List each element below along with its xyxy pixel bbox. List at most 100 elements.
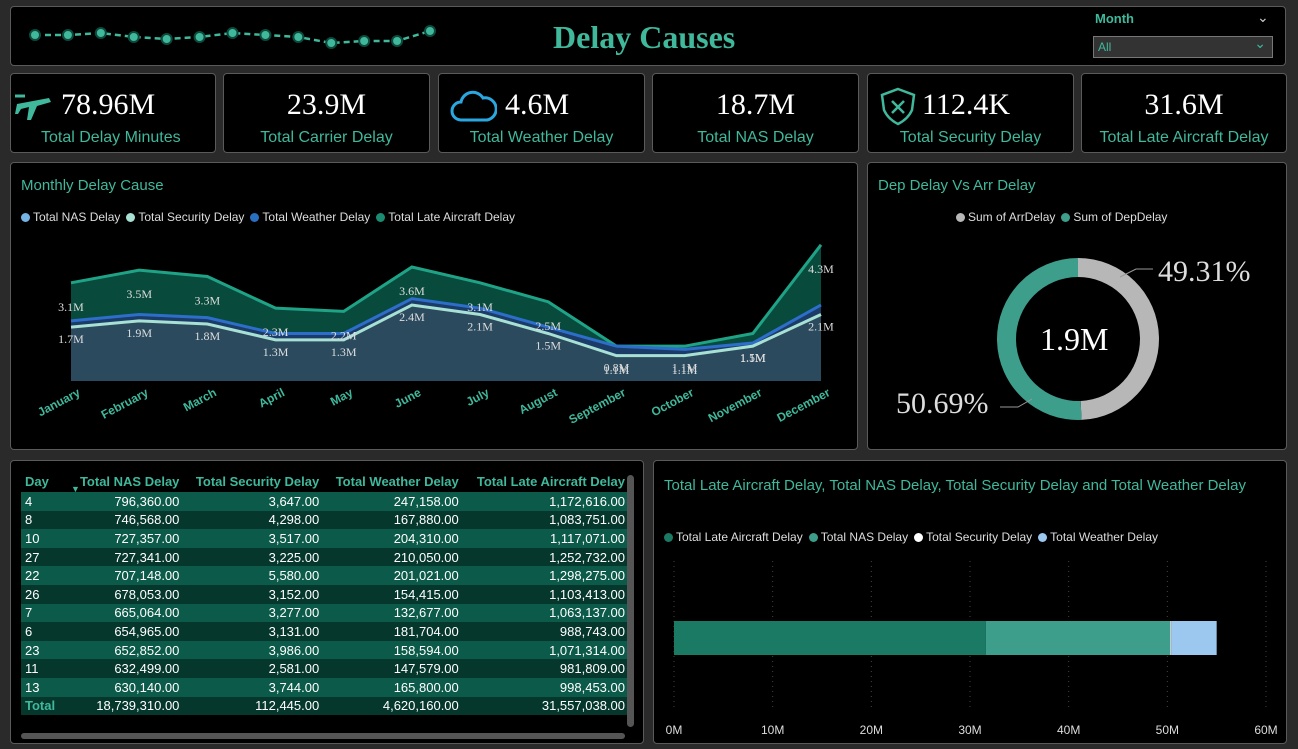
monthly-legend: Total NAS Delay Total Security Delay Tot…	[21, 210, 515, 224]
table-row[interactable]: 8 746,568.00 4,298.00 167,880.00 1,083,751.0…	[21, 510, 629, 530]
sparkline-point	[29, 29, 41, 41]
column-header-weather[interactable]: Total Weather Delay	[323, 470, 463, 492]
table-row[interactable]: 11 632,499.00 2,581.00 147,579.00 981,809.00	[21, 659, 629, 678]
month-filter-dropdown[interactable]: All ⌄	[1093, 35, 1273, 58]
table-row[interactable]: 10 727,357.00 3,517.00 204,310.00 1,117,071.…	[21, 529, 629, 548]
table-cell: 27	[21, 547, 69, 567]
legend-item[interactable]: Sum of DepDelay	[1061, 210, 1167, 224]
x-tick-label: 40M	[1057, 723, 1080, 737]
month-tick-label: December	[775, 385, 833, 425]
table-cell: 1,298,275.00	[462, 566, 629, 585]
airplane-icon	[15, 94, 51, 120]
data-label-bottom: 2.1M	[808, 320, 834, 334]
table-cell: 632,499.00	[69, 659, 184, 678]
dep-arr-panel: Dep Delay Vs Arr Delay Sum of ArrDelay S…	[867, 162, 1287, 450]
legend-item[interactable]: Total NAS Delay	[21, 210, 120, 224]
table-row[interactable]: 7 665,064.00 3,277.00 132,677.00 1,063,137.0…	[21, 603, 629, 623]
month-tick-label: May	[328, 385, 355, 408]
kpi-label: Total NAS Delay	[697, 129, 814, 146]
month-tick-label: February	[99, 385, 151, 422]
table-cell: 247,158.00	[323, 492, 463, 511]
table-row[interactable]: 6 654,965.00 3,131.00 181,704.00 988,743.00	[21, 622, 629, 641]
total-cell: 18,739,310.00	[69, 696, 184, 716]
chevron-up-icon[interactable]: ⌄	[1257, 9, 1269, 26]
horizontal-scrollbar[interactable]	[21, 733, 625, 739]
legend-item[interactable]: Total NAS Delay	[808, 530, 908, 544]
data-label-bottom: 1.1M	[740, 351, 766, 365]
column-header-nas[interactable]: Total NAS Delay ▼	[69, 470, 183, 495]
vertical-scrollbar[interactable]	[627, 475, 634, 727]
kpi-value: 23.9M	[286, 88, 367, 121]
data-label-bottom: 1.8M	[195, 329, 221, 343]
donut-chart-title: Dep Delay Vs Arr Delay	[878, 177, 1036, 194]
table-total-row: Total 18,739,310.00 112,445.00 4,620,160…	[21, 696, 629, 716]
legend-dot	[1061, 212, 1071, 222]
table-cell: 204,310.00	[323, 529, 463, 548]
kpi-value: 31.6M	[1144, 88, 1224, 121]
table-row[interactable]: 27 727,341.00 3,225.00 210,050.00 1,252,732.…	[21, 547, 629, 567]
table-cell: 8	[21, 510, 69, 530]
kpi-value: 4.6M	[505, 88, 570, 121]
table-cell: 654,965.00	[69, 622, 184, 641]
column-header-security[interactable]: Total Security Delay	[183, 470, 323, 492]
table-cell: 1,172,616.00	[462, 492, 629, 511]
month-filter-value: All	[1098, 40, 1112, 54]
legend-item[interactable]: Total Security Delay	[914, 530, 1032, 544]
legend-item[interactable]: Sum of ArrDelay	[956, 210, 1055, 224]
data-label-top: 2.5M	[535, 319, 561, 333]
table-cell: 1,071,314.00	[462, 640, 629, 660]
kpi-total-weather-delay: 4.6M Total Weather Delay	[438, 73, 645, 153]
table-cell: 2,581.00	[183, 659, 324, 678]
kpi-label: Total Delay Minutes	[41, 129, 181, 146]
stacked-bar-panel: Total Late Aircraft Delay, Total NAS Del…	[653, 460, 1287, 744]
table-row[interactable]: 23 652,852.00 3,986.00 158,594.00 1,071,314.…	[21, 640, 629, 660]
data-label-top: 4.3M	[808, 262, 834, 276]
bar-segment	[674, 621, 986, 655]
kpi-value: 112.4K	[922, 88, 1011, 121]
table-cell: 13	[21, 677, 69, 697]
table-row[interactable]: 4 796,360.00 3,647.00 247,158.00 1,172,616.0…	[21, 492, 629, 511]
monthly-delay-panel: Monthly Delay Cause Total NAS Delay Tota…	[10, 162, 858, 450]
table-cell: 630,140.00	[69, 677, 184, 697]
table-cell: 1,083,751.00	[462, 510, 629, 530]
data-label-top: 3.1M	[58, 300, 84, 314]
table-cell: 4,298.00	[183, 510, 324, 530]
column-header-late-aircraft[interactable]: Total Late Aircraft Delay	[463, 470, 629, 492]
legend-dot	[664, 532, 673, 542]
sort-desc-icon: ▼	[71, 484, 80, 494]
table-cell: 981,809.00	[462, 659, 629, 678]
data-label-top: 3.1M	[467, 300, 493, 314]
month-tick-label: November	[706, 385, 765, 425]
sparkline-point	[325, 37, 338, 49]
bar-chart-title: Total Late Aircraft Delay, Total NAS Del…	[664, 477, 1246, 494]
x-tick-label: 60M	[1254, 723, 1277, 737]
legend-item[interactable]: Total Weather Delay	[250, 210, 370, 224]
table-cell: 132,677.00	[323, 603, 463, 623]
legend-item[interactable]: Total Late Aircraft Delay	[376, 210, 515, 224]
column-header-day[interactable]: Day	[21, 470, 69, 492]
data-label-bottom: 2.4M	[399, 310, 425, 324]
table-cell: 201,021.00	[323, 566, 463, 585]
sparkline-point	[424, 25, 436, 37]
table-cell: 998,453.00	[462, 677, 629, 697]
data-label-top: 3.6M	[399, 284, 425, 298]
table-row[interactable]: 13 630,140.00 3,744.00 165,800.00 998,453.00	[21, 677, 629, 697]
table-row[interactable]: 22 707,148.00 5,580.00 201,021.00 1,298,275.…	[21, 566, 629, 585]
data-label-top: 3.5M	[126, 287, 152, 301]
total-cell: Total	[21, 696, 69, 716]
legend-label: Sum of ArrDelay	[968, 210, 1056, 224]
column-header-label: Total NAS Delay	[79, 473, 180, 489]
kpi-total-nas-delay: 18.7M Total NAS Delay	[652, 73, 859, 153]
sparkline-point	[127, 31, 140, 43]
sparkline-point	[391, 35, 404, 47]
month-filter-label: Month	[1095, 11, 1134, 26]
legend-item[interactable]: Total Security Delay	[126, 210, 244, 224]
table-cell: 3,131.00	[183, 622, 324, 641]
legend-item[interactable]: Total Weather Delay	[1038, 530, 1158, 544]
legend-item[interactable]: Total Late Aircraft Delay	[664, 530, 803, 544]
table-cell: 1,252,732.00	[462, 547, 629, 567]
day-table: Day Total NAS Delay ▼ Total Security Dela…	[21, 470, 629, 716]
table-row[interactable]: 26 678,053.00 3,152.00 154,415.00 1,103,413.…	[21, 584, 629, 604]
data-label-bottom: 1.3M	[331, 345, 357, 359]
table-cell: 707,148.00	[69, 566, 184, 585]
